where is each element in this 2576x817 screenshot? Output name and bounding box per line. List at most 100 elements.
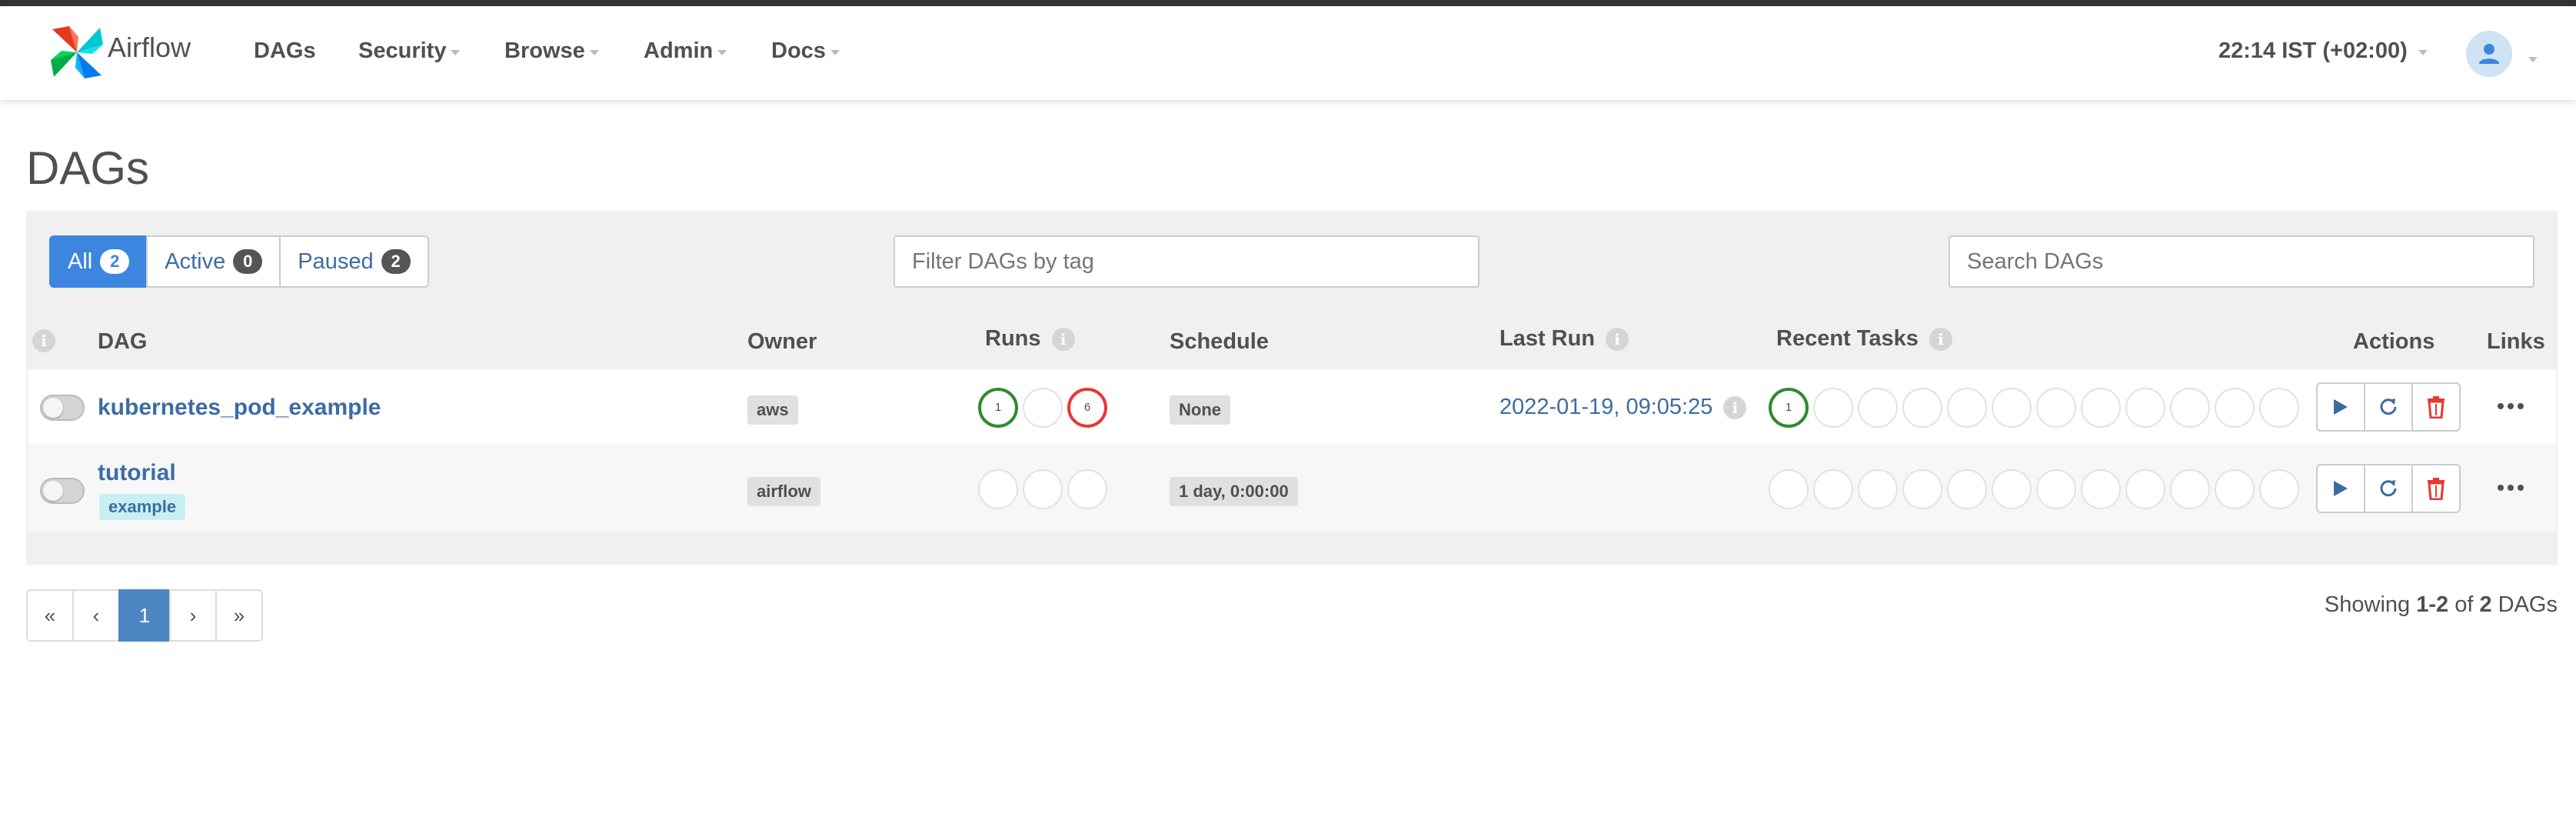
- timezone-menu[interactable]: 22:14 IST (+02:00): [2218, 38, 2428, 64]
- schedule-badge: 1 day, 0:00:00: [1170, 477, 1298, 506]
- col-actions: Actions: [2353, 329, 2435, 355]
- chevron-down-icon: [2418, 50, 2428, 55]
- showing-range: 1-2: [2416, 592, 2449, 617]
- more-links-icon[interactable]: [2498, 485, 2524, 491]
- run-state-running[interactable]: [1023, 388, 1063, 428]
- col-schedule-label: Schedule: [1170, 329, 1269, 354]
- task-state-empty[interactable]: [1858, 388, 1898, 428]
- dag-tag[interactable]: example: [99, 494, 186, 520]
- filter-active-label: Active: [165, 248, 226, 274]
- filter-paused-button[interactable]: Paused 2: [279, 235, 429, 288]
- col-owner[interactable]: Owner: [747, 329, 817, 355]
- task-state-empty[interactable]: [2170, 469, 2210, 509]
- task-state-empty[interactable]: [1858, 469, 1898, 509]
- dag-pause-toggle[interactable]: [40, 395, 85, 421]
- task-state-empty[interactable]: [1813, 469, 1853, 509]
- col-actions-label: Actions: [2353, 329, 2435, 354]
- nav-docs[interactable]: Docs: [771, 38, 840, 64]
- trigger-dag-button[interactable]: [2316, 464, 2365, 513]
- last-run[interactable]: 2022-01-19, 09:05:25 i: [1499, 395, 1747, 420]
- play-icon: [2334, 481, 2348, 496]
- chevron-down-icon: [717, 50, 727, 55]
- dag-name-link[interactable]: kubernetes_pod_example: [98, 395, 381, 421]
- delete-dag-button[interactable]: [2411, 382, 2461, 432]
- run-state-empty[interactable]: [978, 469, 1018, 509]
- filter-paused-count: 2: [381, 249, 411, 274]
- nav-docs-label: Docs: [771, 38, 826, 63]
- task-state-empty[interactable]: [1902, 388, 1942, 428]
- task-state-empty[interactable]: [1813, 388, 1853, 428]
- task-state-empty[interactable]: [2215, 388, 2255, 428]
- dag-name-link[interactable]: tutorial: [98, 460, 176, 486]
- airflow-logo-icon: [51, 26, 103, 78]
- task-state-empty[interactable]: [1992, 469, 2032, 509]
- task-state-empty[interactable]: [2215, 469, 2255, 509]
- col-dag[interactable]: DAG: [98, 329, 147, 355]
- task-state-success[interactable]: 1: [1769, 388, 1809, 428]
- dag-pause-toggle[interactable]: [40, 478, 85, 504]
- nav-security[interactable]: Security: [358, 38, 461, 64]
- page-first-button[interactable]: «: [26, 589, 74, 642]
- page-prev-button[interactable]: ‹: [72, 589, 120, 642]
- owner-badge[interactable]: airflow: [747, 477, 820, 506]
- task-state-empty[interactable]: [1769, 469, 1809, 509]
- nav-security-label: Security: [358, 38, 447, 63]
- task-state-empty[interactable]: [2259, 469, 2299, 509]
- task-state-empty[interactable]: [2036, 388, 2076, 428]
- more-links-icon[interactable]: [2498, 403, 2524, 409]
- nav-admin-label: Admin: [644, 38, 714, 63]
- task-state-empty[interactable]: [2259, 388, 2299, 428]
- showing-total: 2: [2479, 592, 2492, 617]
- page-next-button[interactable]: ›: [169, 589, 217, 642]
- pagination: « ‹ 1 › »: [26, 589, 263, 642]
- task-state-empty[interactable]: [1902, 469, 1942, 509]
- nav-admin[interactable]: Admin: [644, 38, 727, 64]
- user-menu-avatar[interactable]: [2466, 31, 2512, 77]
- task-state-empty[interactable]: [1947, 469, 1987, 509]
- tag-filter-input[interactable]: [894, 235, 1479, 288]
- user-icon: [2479, 44, 2499, 64]
- task-state-empty[interactable]: [2170, 388, 2210, 428]
- info-icon[interactable]: i: [32, 329, 55, 352]
- task-state-empty[interactable]: [1992, 388, 2032, 428]
- brand[interactable]: Airflow: [46, 20, 208, 85]
- filter-active-count: 0: [233, 249, 263, 274]
- task-state-empty[interactable]: [2125, 469, 2165, 509]
- page-last-button[interactable]: »: [215, 589, 263, 642]
- col-recent-tasks: Recent Tasks i: [1776, 326, 1952, 352]
- owner-badge[interactable]: aws: [747, 395, 798, 425]
- nav-dags-label: DAGs: [254, 38, 316, 63]
- run-state-failed[interactable]: 6: [1067, 388, 1107, 428]
- task-state-empty[interactable]: [1947, 388, 1987, 428]
- showing-count: Showing 1-2 of 2 DAGs: [2325, 592, 2558, 618]
- trigger-dag-button[interactable]: [2316, 382, 2365, 432]
- showing-of: of: [2448, 592, 2480, 617]
- chevron-down-icon: [2528, 57, 2538, 62]
- search-dags-input[interactable]: [1949, 235, 2534, 288]
- col-links: Links: [2487, 329, 2545, 355]
- delete-dag-button[interactable]: [2411, 464, 2461, 513]
- info-icon[interactable]: i: [1929, 327, 1952, 351]
- nav-dags[interactable]: DAGs: [254, 38, 316, 64]
- task-state-empty[interactable]: [2036, 469, 2076, 509]
- filter-all-button[interactable]: All 2: [49, 235, 148, 288]
- info-icon[interactable]: i: [1051, 327, 1075, 351]
- current-time: 22:14 IST (+02:00): [2218, 38, 2408, 63]
- nav-browse[interactable]: Browse: [504, 38, 599, 64]
- refresh-dag-button[interactable]: [2364, 382, 2413, 432]
- run-state-empty[interactable]: [1023, 469, 1063, 509]
- task-state-empty[interactable]: [2081, 469, 2121, 509]
- info-icon[interactable]: i: [1606, 327, 1629, 351]
- page-title: DAGs: [26, 142, 150, 194]
- task-state-empty[interactable]: [2125, 388, 2165, 428]
- info-icon[interactable]: i: [1723, 395, 1747, 419]
- filter-active-button[interactable]: Active 0: [146, 235, 281, 288]
- col-last-run-label: Last Run: [1499, 326, 1596, 351]
- task-state-empty[interactable]: [2081, 388, 2121, 428]
- run-state-empty[interactable]: [1067, 469, 1107, 509]
- filter-all-count: 2: [100, 249, 130, 274]
- page-current-button[interactable]: 1: [118, 589, 171, 642]
- col-runs: Runs i: [985, 326, 1075, 352]
- run-state-success[interactable]: 1: [978, 388, 1018, 428]
- refresh-dag-button[interactable]: [2364, 464, 2413, 513]
